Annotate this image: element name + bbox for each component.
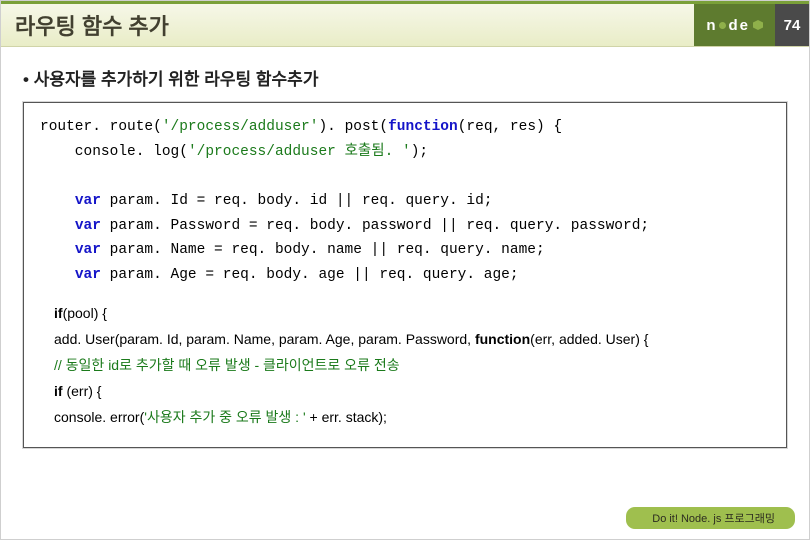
code-box: router. route('/process/adduser'). post(… bbox=[23, 102, 787, 448]
hexagon-icon bbox=[753, 20, 763, 30]
code-block-top: router. route('/process/adduser'). post(… bbox=[40, 115, 770, 287]
bullet-heading: 사용자를 추가하기 위한 라우팅 함수추가 bbox=[23, 65, 787, 90]
code-line: if (err) { bbox=[54, 379, 770, 405]
logo-text-right: de bbox=[728, 17, 750, 34]
code-block-bottom: if(pool) { add. User(param. Id, param. N… bbox=[40, 301, 770, 430]
slide: 라우팅 함수 추가 nde 74 사용자를 추가하기 위한 라우팅 함수추가 r… bbox=[0, 0, 810, 540]
header: 라우팅 함수 추가 nde 74 bbox=[1, 1, 809, 47]
node-logo: nde bbox=[694, 4, 775, 46]
code-line: if(pool) { bbox=[54, 301, 770, 327]
footer-badge: Do it! Node. js 프로그래밍 bbox=[626, 507, 795, 529]
logo-text-left: n bbox=[706, 17, 717, 34]
code-line: console. error('사용자 추가 중 오류 발생 : ' + err… bbox=[54, 405, 770, 431]
page-title: 라우팅 함수 추가 bbox=[15, 9, 169, 41]
body: 사용자를 추가하기 위한 라우팅 함수추가 router. route('/pr… bbox=[1, 47, 809, 448]
page-number: 74 bbox=[775, 4, 809, 46]
header-right: nde 74 bbox=[694, 4, 809, 46]
circle-icon bbox=[719, 22, 726, 29]
code-comment: // 동일한 id로 추가할 때 오류 발생 - 클라이언트로 오류 전송 bbox=[54, 353, 770, 379]
code-line: add. User(param. Id, param. Name, param.… bbox=[54, 327, 770, 353]
